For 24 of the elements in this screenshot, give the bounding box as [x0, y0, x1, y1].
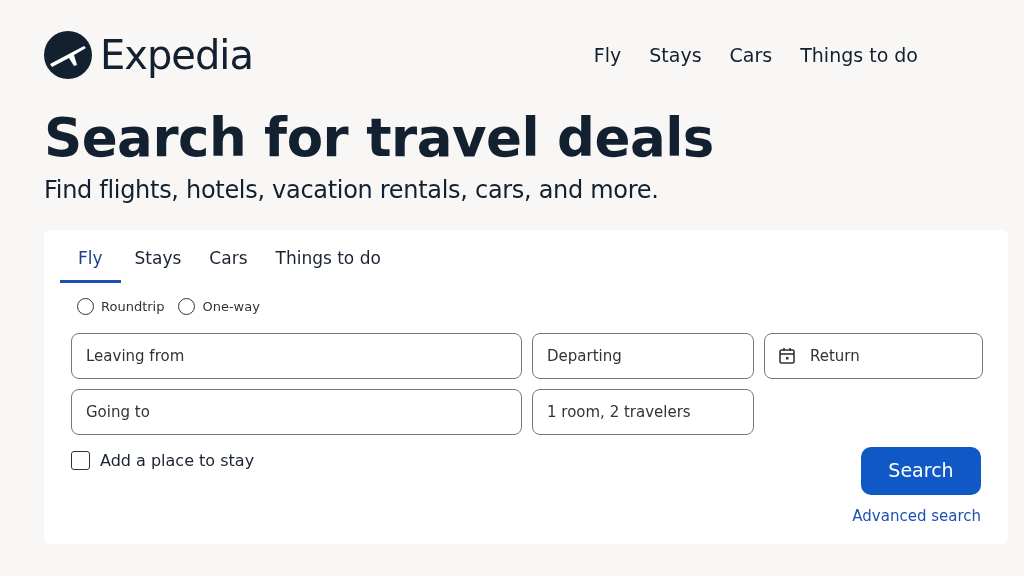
nav-link[interactable]: Fly [593, 40, 622, 70]
checkbox[interactable] [71, 451, 90, 471]
logo-icon [44, 31, 92, 79]
brand-name: Expedia [100, 31, 253, 80]
input-field[interactable]: Going to [71, 388, 522, 435]
nav-link[interactable]: Things to do [800, 40, 918, 70]
tab[interactable]: Things to do [261, 237, 395, 284]
advanced-search-link[interactable]: Advanced search [852, 504, 981, 528]
subtitle: Find flights, hotels, vacation rentals, cars, and more. [44, 174, 660, 206]
nav-link[interactable]: Cars [729, 40, 773, 70]
input-field[interactable]: Leaving from [71, 332, 522, 379]
search-button[interactable]: Search [861, 446, 981, 495]
input-field[interactable]: 1 room, 2 travelers [532, 388, 754, 435]
calendar-icon [778, 346, 796, 365]
tab[interactable]: Cars [195, 237, 262, 284]
tab[interactable]: Fly [60, 237, 121, 284]
page-heading: Search for travel deals [44, 110, 715, 166]
input-field[interactable]: Departing [532, 332, 754, 379]
radio-label[interactable]: Roundtrip [101, 297, 165, 317]
nav-link[interactable]: Stays [649, 40, 702, 70]
radio-label[interactable]: One-way [202, 297, 260, 317]
tab[interactable]: Stays [120, 237, 196, 284]
input-field[interactable]: Return [764, 332, 983, 379]
checkbox-label[interactable]: Add a place to stay [100, 448, 255, 473]
